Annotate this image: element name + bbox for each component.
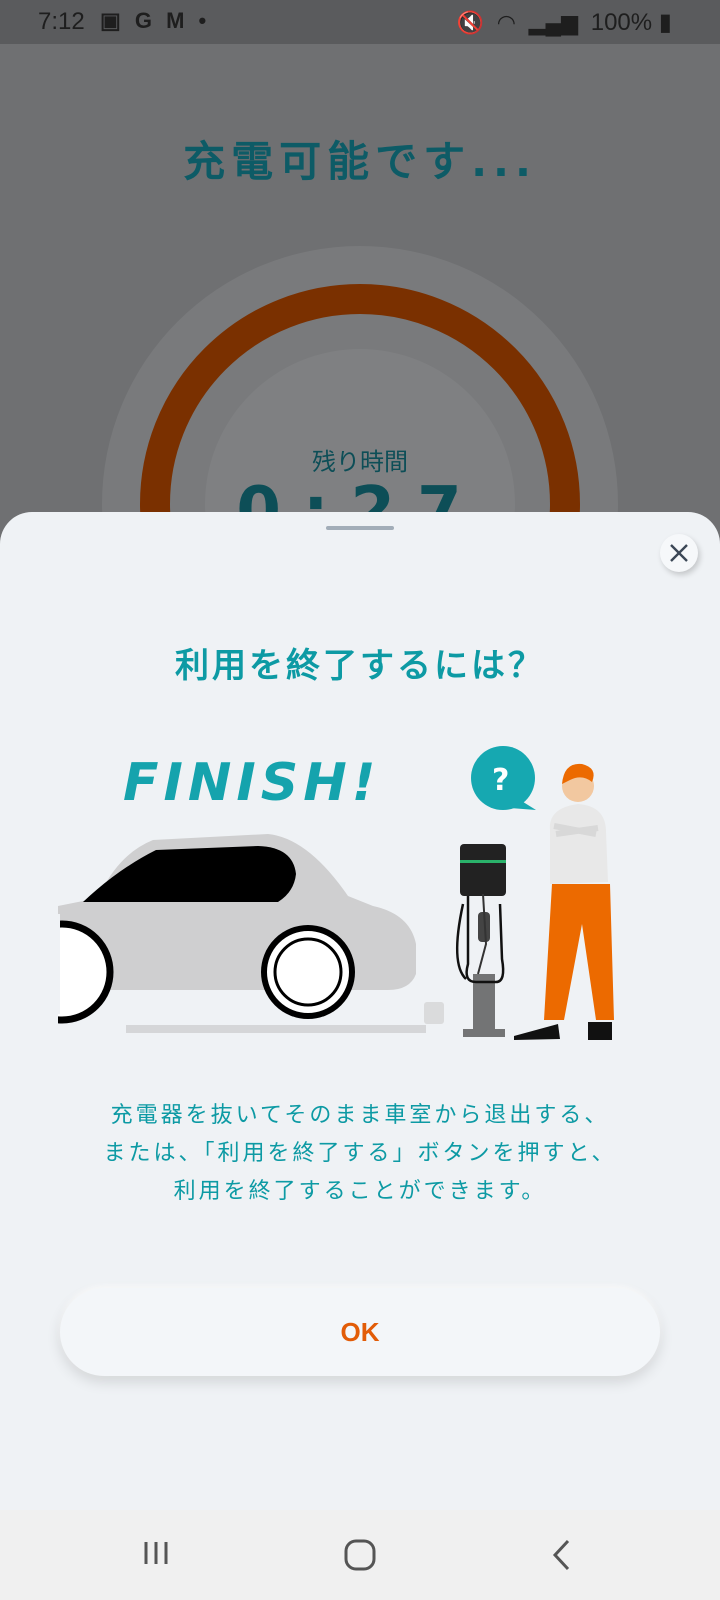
remaining-time-label: 残り時間 [312, 448, 408, 476]
notification-icons: ▣ G M • [100, 8, 211, 33]
back-icon[interactable] [550, 1538, 574, 1572]
question-mark-text: ? [492, 763, 509, 798]
mute-icon: 🔇 [456, 10, 485, 35]
finish-help-sheet: 利用を終了するには？ FINISH! ? 充電器を抜いてそのまま車室から退出する… [0, 512, 720, 1510]
home-icon[interactable] [343, 1538, 377, 1572]
system-nav-bar [0, 1510, 720, 1600]
sheet-title: 利用を終了するには？ [175, 646, 545, 686]
finish-illustration: FINISH! ? [58, 746, 614, 1040]
status-right: 🔇 ◠ ▂▄▆ 100% ▮ [457, 8, 672, 37]
question-bubble: ? [471, 746, 536, 810]
finish-text: FINISH! [123, 753, 380, 813]
background-screen: 充電可能です... 残り時間 0:27 [0, 44, 720, 762]
sheet-drag-handle[interactable] [326, 526, 394, 530]
signal-icon: ▂▄▆ [528, 10, 579, 35]
instruction-line: 充電器を抜いてそのまま車室から退出する、 [110, 1103, 610, 1128]
battery-level: 100% [590, 9, 653, 36]
car-illustration [58, 834, 444, 1033]
charging-status-title: 充電可能です... [183, 137, 537, 186]
person-illustration [514, 763, 614, 1040]
status-time: 7:12 [38, 8, 85, 35]
recents-icon[interactable] [142, 1538, 172, 1568]
charger-illustration [455, 844, 506, 1037]
wifi-icon: ◠ [496, 10, 516, 35]
instruction-line: 利用を終了することができます。 [173, 1179, 547, 1204]
battery-icon: ▮ [658, 9, 672, 36]
finish-instructions: 充電器を抜いてそのまま車室から退出する、 または、「利用を終了する」ボタンを押す… [40, 1097, 680, 1211]
ok-button[interactable]: OK [60, 1288, 660, 1376]
close-button[interactable] [660, 534, 698, 572]
close-icon [670, 544, 688, 562]
instruction-line: または、「利用を終了する」ボタンを押すと、 [103, 1141, 617, 1166]
status-bar: 7:12 ▣ G M • 🔇 ◠ ▂▄▆ 100% ▮ [0, 0, 720, 44]
